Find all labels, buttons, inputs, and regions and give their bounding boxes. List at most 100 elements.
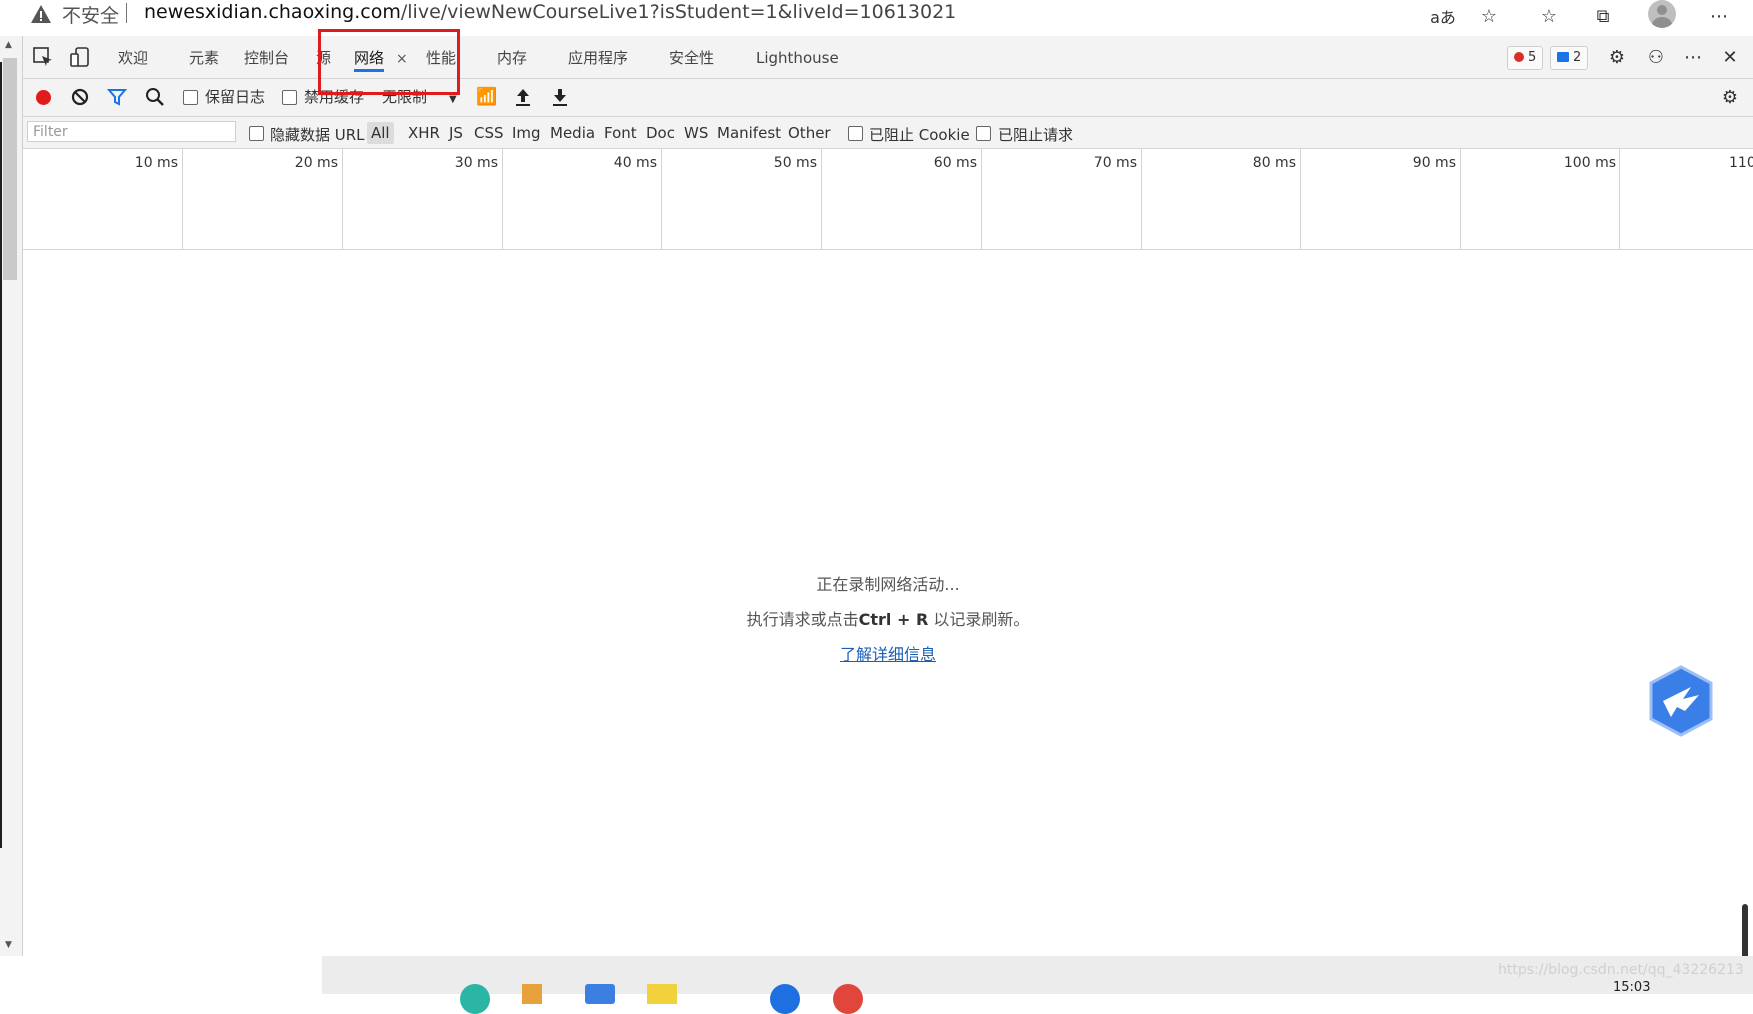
preserve-log-label: 保留日志: [205, 88, 266, 106]
page-scrollbar[interactable]: ▲ ▼: [0, 36, 23, 956]
more-icon[interactable]: ⋯: [1706, 3, 1732, 29]
error-icon: [1514, 52, 1524, 62]
hide-data-url-label: 隐藏数据 URL: [270, 126, 365, 144]
blocked-cookies-label: 已阻止 Cookie: [869, 126, 970, 144]
tab-lighthouse[interactable]: Lighthouse: [756, 36, 839, 78]
tab-security[interactable]: 安全性: [669, 36, 714, 78]
tab-console[interactable]: 控制台: [244, 36, 289, 78]
timeline-gridline: [981, 149, 982, 249]
preserve-log-checkbox[interactable]: [183, 90, 198, 105]
recording-status-text: 正在录制网络活动...: [816, 575, 960, 594]
page-edge: [0, 62, 2, 848]
taskbar-blank: [0, 956, 322, 994]
timeline-tick-label: 110: [1729, 155, 1753, 171]
device-toolbar-icon[interactable]: [69, 46, 91, 68]
more-options-icon[interactable]: ⋯: [1680, 44, 1706, 70]
settings-gear-icon[interactable]: ⚙: [1604, 44, 1630, 70]
timeline-gridline: [182, 149, 183, 249]
shortcut-key: Ctrl + R: [858, 610, 929, 629]
filter-type-xhr[interactable]: XHR: [408, 124, 440, 142]
timeline-tick-label: 20 ms: [294, 155, 338, 171]
clear-icon[interactable]: [68, 85, 92, 109]
taskbar-clock: 15:03: [1613, 980, 1651, 995]
timeline-tick-label: 10 ms: [134, 155, 178, 171]
warning-icon[interactable]: [30, 3, 52, 25]
filter-type-font[interactable]: Font: [604, 124, 637, 142]
timeline-gridline: [821, 149, 822, 249]
network-conditions-icon[interactable]: 📶: [475, 85, 499, 109]
taskbar-app-icon[interactable]: [833, 984, 863, 1014]
timeline-tick-label: 30 ms: [454, 155, 498, 171]
tab-welcome[interactable]: 欢迎: [118, 36, 148, 78]
address-separator: [126, 3, 127, 23]
record-hint-text: 执行请求或点击Ctrl + R 以记录刷新。: [746, 610, 1030, 629]
tab-elements[interactable]: 元素: [189, 36, 219, 78]
devtools-tabbar: 欢迎 元素 控制台 源 网络 × 性能 内存 应用程序 安全性 Lighthous…: [23, 36, 1753, 79]
filter-input[interactable]: Filter: [27, 121, 236, 142]
taskbar-app-icon[interactable]: [460, 984, 490, 1014]
network-settings-gear-icon[interactable]: ⚙: [1717, 84, 1743, 110]
filter-type-js[interactable]: JS: [449, 124, 463, 142]
message-count-badge[interactable]: 2: [1550, 46, 1589, 70]
error-count-badge[interactable]: 5: [1507, 46, 1544, 70]
timeline-tick-label: 40 ms: [613, 155, 657, 171]
taskbar-app-icon[interactable]: [585, 984, 615, 1004]
network-toolbar: 保留日志 禁用缓存 无限制 ▼ 📶 ⚙: [23, 79, 1753, 117]
watermark: https://blog.csdn.net/qq_43226213: [1498, 962, 1744, 978]
search-icon[interactable]: [143, 85, 167, 109]
learn-more-link[interactable]: 了解详细信息: [840, 645, 936, 664]
timeline-overview[interactable]: 10 ms 20 ms 30 ms 40 ms 50 ms 60 ms 70 m…: [23, 149, 1753, 250]
filter-type-ws[interactable]: WS: [684, 124, 708, 142]
blocked-requests-label: 已阻止请求: [998, 126, 1074, 144]
taskbar: 15:03: [0, 956, 1753, 1014]
timeline-gridline: [1141, 149, 1142, 249]
import-har-icon[interactable]: [511, 85, 535, 109]
export-har-icon[interactable]: [548, 85, 572, 109]
blocked-requests-checkbox[interactable]: [976, 126, 991, 141]
taskbar-app-icon[interactable]: [770, 984, 800, 1014]
tab-application[interactable]: 应用程序: [568, 36, 628, 78]
side-widget: [1742, 904, 1748, 964]
add-favorite-icon[interactable]: ☆: [1476, 3, 1502, 29]
filter-bar: Filter 隐藏数据 URL All XHR JS CSS Img Media…: [23, 117, 1753, 149]
url-field[interactable]: newesxidian.chaoxing.com/live/viewNewCou…: [144, 1, 956, 23]
timeline-gridline: [661, 149, 662, 249]
highlight-annotation-box: [318, 29, 460, 95]
blocked-cookies-checkbox[interactable]: [848, 126, 863, 141]
timeline-gridline: [342, 149, 343, 249]
filter-type-media[interactable]: Media: [550, 124, 595, 142]
filter-type-img[interactable]: Img: [512, 124, 541, 142]
message-icon: [1557, 52, 1569, 62]
timeline-tick-label: 100 ms: [1563, 155, 1616, 171]
timeline-gridline: [1460, 149, 1461, 249]
timeline-gridline: [1619, 149, 1620, 249]
filter-type-manifest[interactable]: Manifest: [717, 124, 781, 142]
tab-memory[interactable]: 内存: [497, 36, 527, 78]
taskbar-app-icon[interactable]: [522, 984, 542, 1004]
bird-assistant-icon[interactable]: [1647, 665, 1715, 737]
filter-type-all[interactable]: All: [367, 122, 394, 144]
record-button[interactable]: [31, 85, 55, 109]
timeline-gridline: [1300, 149, 1301, 249]
avatar[interactable]: [1648, 0, 1676, 28]
disable-cache-checkbox[interactable]: [282, 90, 297, 105]
scrollbar-thumb[interactable]: [3, 58, 17, 280]
insecure-label[interactable]: 不安全: [62, 1, 119, 28]
filter-type-css[interactable]: CSS: [474, 124, 504, 142]
collections-icon[interactable]: ⧉: [1590, 3, 1616, 29]
url-path: /live/viewNewCourseLive1?isStudent=1&liv…: [400, 1, 957, 23]
filter-type-doc[interactable]: Doc: [646, 124, 675, 142]
timeline-tick-label: 50 ms: [773, 155, 817, 171]
hide-data-url-checkbox[interactable]: [249, 126, 264, 141]
inspect-element-icon[interactable]: [32, 46, 54, 68]
filter-icon[interactable]: [105, 85, 129, 109]
customize-icon[interactable]: ⚇: [1643, 44, 1669, 70]
scroll-down-icon[interactable]: ▼: [5, 940, 12, 950]
translate-icon[interactable]: aあ: [1430, 3, 1456, 29]
favorites-icon[interactable]: ☆: [1536, 3, 1562, 29]
filter-type-other[interactable]: Other: [788, 124, 831, 142]
scroll-up-icon[interactable]: ▲: [5, 40, 12, 50]
taskbar-app-icon[interactable]: [647, 984, 677, 1004]
close-devtools-icon[interactable]: ✕: [1717, 44, 1743, 70]
timeline-gridline: [502, 149, 503, 249]
